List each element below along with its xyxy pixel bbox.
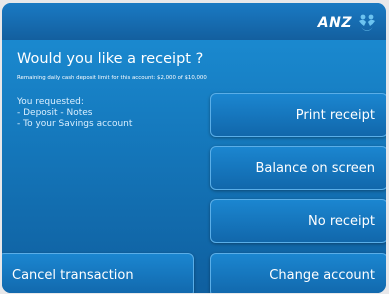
brand-name: ANZ <box>317 15 352 31</box>
request-summary-heading: You requested: <box>17 97 84 107</box>
page-title: Would you like a receipt ? <box>17 51 204 67</box>
balance-on-screen-button[interactable]: Balance on screen <box>210 146 386 190</box>
header-bar: ANZ <box>2 3 386 40</box>
cancel-transaction-button[interactable]: Cancel transaction <box>2 253 194 293</box>
print-receipt-button[interactable]: Print receipt <box>210 93 386 137</box>
atm-screen: ANZ Would you like a receipt ? Remaining… <box>2 3 386 293</box>
request-summary-line: - To your Savings account <box>17 119 133 129</box>
brand: ANZ <box>318 11 378 35</box>
request-summary: You requested: - Deposit - Notes - To yo… <box>17 97 132 130</box>
deposit-limit-text: Remaining daily cash deposit limit for t… <box>17 75 207 81</box>
no-receipt-button[interactable]: No receipt <box>210 199 386 243</box>
request-summary-line: - Deposit - Notes <box>17 108 93 118</box>
change-account-button[interactable]: Change account <box>210 253 386 293</box>
anz-people-logo-icon <box>359 14 375 31</box>
